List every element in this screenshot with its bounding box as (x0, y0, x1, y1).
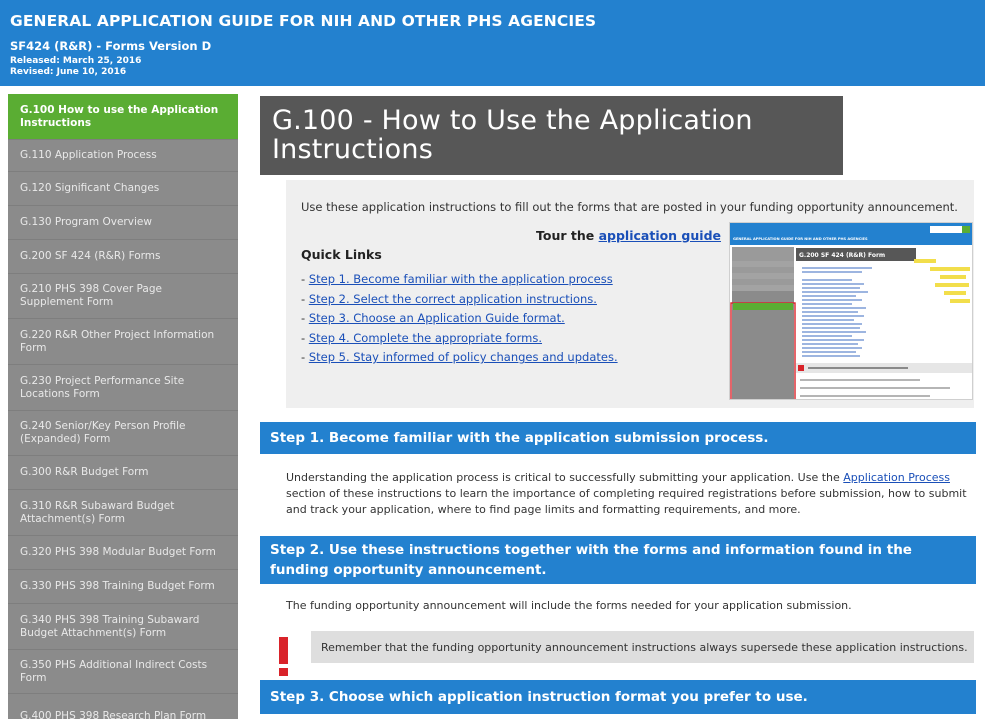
sidebar-item-13[interactable]: G.330 PHS 398 Training Budget Form (8, 570, 238, 604)
quick-link-step-3[interactable]: Step 3. Choose an Application Guide form… (309, 311, 565, 325)
sidebar-item-4[interactable]: G.130 Program Overview (8, 206, 238, 240)
sidebar-item-label: G.310 R&R Subaward Budget Attachment(s) … (20, 499, 175, 525)
sidebar-item-10[interactable]: G.300 R&R Budget Form (8, 456, 238, 490)
sidebar-item-label: G.130 Program Overview (20, 216, 152, 228)
sidebar-item-12[interactable]: G.320 PHS 398 Modular Budget Form (8, 536, 238, 570)
exclamation-alert-icon (279, 637, 288, 676)
sidebar-item-7[interactable]: G.220 R&R Other Project Information Form (8, 319, 238, 365)
sidebar-item-label: G.340 PHS 398 Training Subaward Budget A… (20, 613, 200, 639)
tour-prefix: Tour the (536, 228, 595, 243)
sidebar-item-label: G.330 PHS 398 Training Budget Form (20, 580, 215, 592)
step1-text: Understanding the application process is… (286, 470, 974, 518)
sidebar-item-2[interactable]: G.110 Application Process (8, 140, 238, 172)
application-process-link[interactable]: Application Process (843, 471, 950, 484)
alert-text: Remember that the funding opportunity an… (321, 640, 968, 654)
step1-text-before: Understanding the application process is… (286, 471, 844, 484)
tour-application-guide-link[interactable]: application guide (599, 228, 721, 243)
sidebar-item-label: G.400 PHS 398 Research Plan Form (20, 709, 207, 719)
tour-line: Tour the application guide (536, 228, 721, 243)
quick-links-title: Quick Links (301, 247, 382, 262)
revised-date: Revised: June 10, 2016 (10, 67, 127, 77)
sidebar-item-label: G.320 PHS 398 Modular Budget Form (20, 546, 216, 558)
intro-box: Use these application instructions to fi… (286, 180, 974, 408)
sidebar-item-label: G.110 Application Process (20, 149, 157, 161)
sidebar-item-label: G.120 Significant Changes (20, 182, 160, 194)
step3-heading: Step 3. Choose which application instruc… (260, 680, 976, 714)
thumb-header-title: GENERAL APPLICATION GUIDE FOR NIH AND OT… (733, 237, 868, 241)
sidebar-item-15[interactable]: G.350 PHS Additional Indirect Costs Form (8, 650, 238, 694)
quick-links-list: - Step 1. Become familiar with the appli… (301, 270, 618, 368)
sidebar-item-label: G.230 Project Performance Site Locations… (20, 374, 185, 400)
sidebar-item-6[interactable]: G.210 PHS 398 Cover Page Supplement Form (8, 274, 238, 319)
intro-text: Use these application instructions to fi… (301, 200, 958, 214)
sidebar-item-5[interactable]: G.200 SF 424 (R&R) Forms (8, 240, 238, 274)
sidebar-item-8[interactable]: G.230 Project Performance Site Locations… (8, 365, 238, 411)
sidebar-item-label: G.100 How to use the Application Instruc… (20, 103, 219, 129)
step2-heading: Step 2. Use these instructions together … (260, 536, 976, 584)
step1-heading: Step 1. Become familiar with the applica… (260, 422, 976, 454)
release-dates: Released: March 25, 2016 Revised: June 1… (10, 56, 975, 78)
guide-thumbnail-image: GENERAL APPLICATION GUIDE FOR NIH AND OT… (730, 223, 972, 399)
quick-link-step-2[interactable]: Step 2. Select the correct application i… (309, 292, 597, 306)
quick-link-item: - Step 2. Select the correct application… (301, 291, 597, 306)
page-title-box: G.100 - How to Use the Application Instr… (260, 96, 843, 175)
site-title: GENERAL APPLICATION GUIDE FOR NIH AND OT… (10, 12, 597, 30)
quick-link-step-1[interactable]: Step 1. Become familiar with the applica… (309, 272, 613, 286)
quick-link-step-5[interactable]: Step 5. Stay informed of policy changes … (309, 350, 618, 364)
sidebar-item-label: G.200 SF 424 (R&R) Forms (20, 250, 161, 262)
sidebar-item-3[interactable]: G.120 Significant Changes (8, 172, 238, 206)
sidebar-item-label: G.220 R&R Other Project Information Form (20, 328, 215, 354)
application-guide-thumbnail[interactable]: GENERAL APPLICATION GUIDE FOR NIH AND OT… (729, 222, 973, 400)
sidebar-item-16[interactable]: G.400 PHS 398 Research Plan Form (8, 694, 238, 719)
quick-link-step-4[interactable]: Step 4. Complete the appropriate forms. (309, 331, 542, 345)
sidebar-item-label: G.350 PHS Additional Indirect Costs Form (20, 658, 208, 684)
sidebar-item-14[interactable]: G.340 PHS 398 Training Subaward Budget A… (8, 604, 238, 650)
forms-version: SF424 (R&R) - Forms Version D (10, 39, 212, 53)
page-title: G.100 - How to Use the Application Instr… (272, 105, 753, 165)
sidebar-item-label: G.300 R&R Budget Form (20, 466, 149, 478)
step2-text: The funding opportunity announcement wil… (286, 599, 852, 612)
released-date: Released: March 25, 2016 (10, 56, 142, 66)
sidebar-item-11[interactable]: G.310 R&R Subaward Budget Attachment(s) … (8, 490, 238, 536)
quick-link-item: - Step 1. Become familiar with the appli… (301, 272, 613, 286)
sidebar-item-label: G.210 PHS 398 Cover Page Supplement Form (20, 283, 162, 308)
sidebar-item-1[interactable]: G.100 How to use the Application Instruc… (8, 94, 238, 140)
step1-text-after: section of these instructions to learn t… (286, 487, 967, 516)
sidebar-item-9[interactable]: G.240 Senior/Key Person Profile (Expande… (8, 411, 238, 456)
quick-link-item: - Step 5. Stay informed of policy change… (301, 350, 618, 365)
sidebar-item-label: G.240 Senior/Key Person Profile (Expande… (20, 420, 186, 445)
sidebar-nav: G.100 How to use the Application Instruc… (8, 94, 238, 719)
alert-box: Remember that the funding opportunity an… (311, 631, 974, 663)
thumb-page-title: G.200 SF 424 (R&R) Form (799, 252, 885, 259)
quick-link-item: - Step 3. Choose an Application Guide fo… (301, 311, 565, 326)
site-header: GENERAL APPLICATION GUIDE FOR NIH AND OT… (0, 0, 985, 86)
quick-link-item: - Step 4. Complete the appropriate forms… (301, 330, 543, 345)
